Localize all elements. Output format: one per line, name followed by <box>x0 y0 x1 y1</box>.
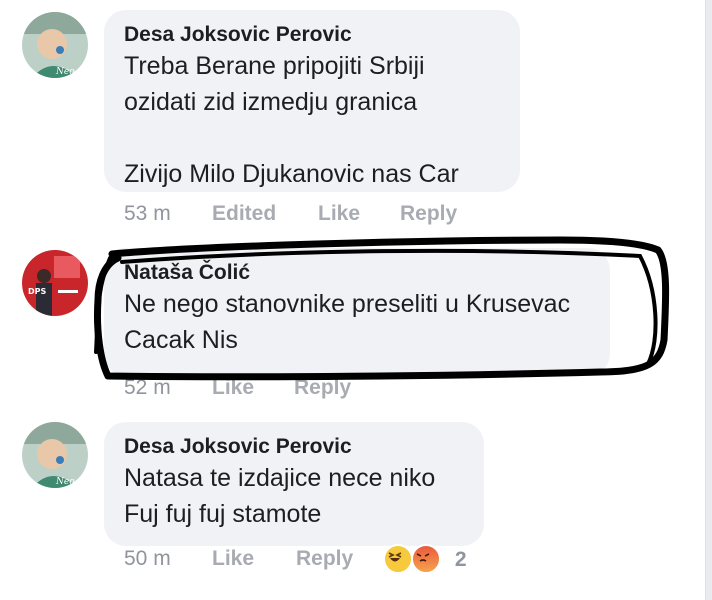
like-button[interactable]: Like <box>212 376 294 400</box>
avatar[interactable]: Neo <box>22 12 88 78</box>
comment-time[interactable]: 50 m <box>124 547 212 571</box>
comment-bubble: Nataša Čolić Ne nego stanovnike preselit… <box>104 248 610 376</box>
avatar[interactable]: Neo <box>22 422 88 488</box>
comment-author[interactable]: Nataša Čolić <box>124 260 592 286</box>
svg-text:Neo: Neo <box>55 477 75 487</box>
reply-button[interactable]: Reply <box>294 376 351 400</box>
comment-2: DPS Nataša Čolić Ne nego stanovnike pres… <box>0 230 712 410</box>
comment-text: Ne nego stanovnike preseliti u Krusevac … <box>124 290 571 354</box>
comment-author[interactable]: Desa Joksovic Perovic <box>124 434 466 460</box>
comment-actions: 50 m Like Reply 2 <box>124 544 467 574</box>
comment-text: Treba Berane pripojiti Srbiji ozidati zi… <box>124 52 459 188</box>
angry-icon <box>411 544 442 574</box>
reaction-summary[interactable]: 2 <box>383 544 467 574</box>
comment-3: Neo Desa Joksovic Perovic Natasa te izda… <box>0 410 712 600</box>
comment-time[interactable]: 52 m <box>124 376 212 400</box>
comment-text: Natasa te izdajice nece niko Fuj fuj fuj… <box>124 464 436 528</box>
svg-text:DPS: DPS <box>28 287 47 296</box>
reaction-count: 2 <box>454 548 467 571</box>
svg-text:Neo: Neo <box>55 67 75 77</box>
comment-bubble: Desa Joksovic Perovic Treba Berane pripo… <box>104 10 520 192</box>
reply-button[interactable]: Reply <box>296 547 353 571</box>
comment-actions: 52 m Like Reply <box>124 376 351 400</box>
like-button[interactable]: Like <box>212 547 296 571</box>
edited-label[interactable]: Edited <box>212 202 318 226</box>
comment-time[interactable]: 53 m <box>124 202 212 226</box>
comment-actions: 53 m Edited Like Reply <box>124 202 457 226</box>
comment-author[interactable]: Desa Joksovic Perovic <box>124 22 502 48</box>
comment-bubble: Desa Joksovic Perovic Natasa te izdajice… <box>104 422 484 546</box>
avatar[interactable]: DPS <box>22 250 88 316</box>
comment-1: Neo Desa Joksovic Perovic Treba Berane p… <box>0 0 712 230</box>
reply-button[interactable]: Reply <box>400 202 457 226</box>
like-button[interactable]: Like <box>318 202 400 226</box>
haha-icon <box>383 544 414 574</box>
